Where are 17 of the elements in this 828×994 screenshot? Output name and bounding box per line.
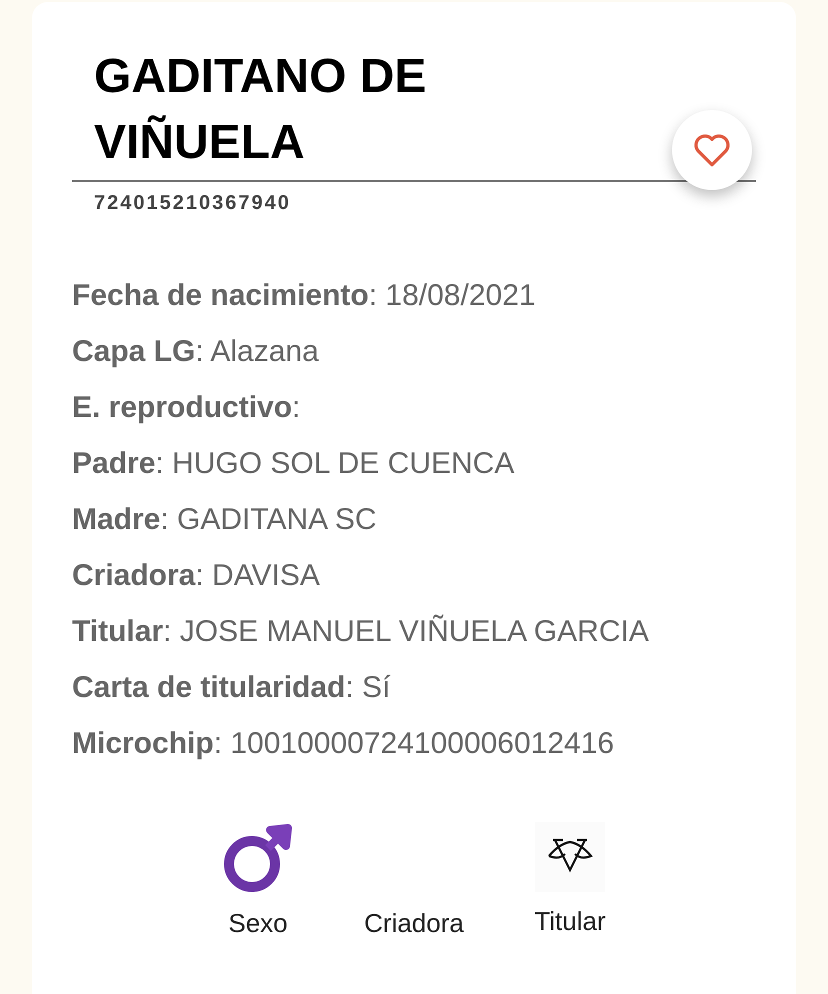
registration-number: 724015210367940 <box>93 191 291 216</box>
badge-label: Titular <box>534 905 606 938</box>
info-line: Madre: GADITANA SC <box>72 502 377 538</box>
info-line: Criadora: DAVISA <box>72 558 320 594</box>
info-line: Microchip: 10010000724100006012416 <box>72 726 614 762</box>
info-line: Titular: JOSE MANUEL VIÑUELA GARCIA <box>72 614 649 650</box>
info-line: Carta de titularidad: Sí <box>72 670 390 706</box>
info-line: Fecha de nacimiento: 18/08/2021 <box>72 278 536 314</box>
horned-head-logo-icon <box>535 822 605 892</box>
heart-icon <box>692 132 732 168</box>
male-symbol-icon <box>222 822 294 894</box>
badge-label: Criadora <box>364 907 464 940</box>
info-line: E. reproductivo: <box>72 390 300 426</box>
info-line: Padre: HUGO SOL DE CUENCA <box>72 446 514 482</box>
horse-name: GADITANO DE VIÑUELA <box>93 49 428 171</box>
badge-label: Sexo <box>228 907 288 940</box>
info-line: Capa LG: Alazana <box>72 334 319 370</box>
